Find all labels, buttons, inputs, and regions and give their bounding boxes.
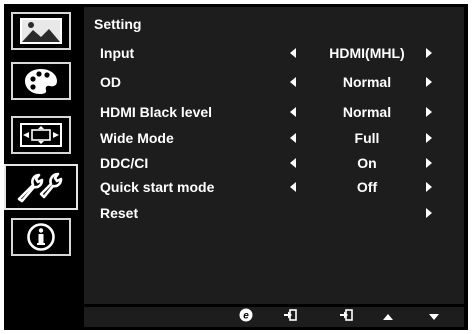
menu-row-label: Input: [100, 45, 135, 61]
menu-row-value: Off: [356, 179, 378, 195]
picture-icon: [19, 17, 63, 45]
right-arrow-icon[interactable]: [426, 208, 432, 218]
e-key-icon: e: [239, 308, 253, 327]
menu-row-ddc-ci[interactable]: DDC/CI On: [4, 152, 468, 174]
right-arrow-icon[interactable]: [426, 182, 432, 192]
menu-row-label: OD: [100, 74, 121, 90]
menu-row-od[interactable]: OD Normal: [4, 71, 468, 93]
right-arrow-icon[interactable]: [426, 77, 432, 87]
menu-row-wide-mode[interactable]: Wide Mode Full: [4, 127, 468, 149]
right-arrow-icon[interactable]: [426, 48, 432, 58]
input-key-icon: [283, 308, 297, 326]
left-arrow-icon[interactable]: [290, 77, 296, 87]
up-key[interactable]: [378, 310, 398, 324]
menu-row-reset[interactable]: Reset: [4, 202, 468, 224]
left-arrow-icon[interactable]: [290, 158, 296, 168]
down-arrow-key-icon: [428, 308, 440, 326]
menu-row-quick-start-mode[interactable]: Quick start mode Off: [4, 176, 468, 198]
menu-row-label: HDMI Black level: [100, 104, 213, 120]
information-icon: [26, 222, 56, 252]
left-arrow-icon[interactable]: [290, 182, 296, 192]
osd-menu: Setting Input HDMI(MHL) OD Normal HDMI B…: [4, 4, 468, 330]
page-title: Setting: [94, 16, 142, 32]
menu-row-label: Wide Mode: [100, 130, 174, 146]
menu-row-label: Reset: [100, 205, 139, 221]
menu-row-value: Normal: [342, 104, 392, 120]
right-arrow-icon[interactable]: [426, 133, 432, 143]
left-arrow-icon[interactable]: [290, 107, 296, 117]
svg-text:e: e: [243, 310, 249, 321]
enter-key-icon: [339, 308, 353, 326]
left-arrow-icon[interactable]: [290, 48, 296, 58]
input-key[interactable]: [280, 308, 300, 326]
menu-row-label: Quick start mode: [100, 179, 215, 195]
menu-row-value: Normal: [342, 74, 392, 90]
left-arrow-icon[interactable]: [290, 133, 296, 143]
down-key[interactable]: [424, 310, 444, 324]
menu-row-input[interactable]: Input HDMI(MHL): [4, 42, 468, 64]
menu-row-value: Full: [354, 130, 380, 146]
menu-row-value: HDMI(MHL): [329, 45, 405, 61]
enter-key[interactable]: [336, 308, 356, 326]
up-arrow-key-icon: [382, 308, 394, 326]
right-arrow-icon[interactable]: [426, 158, 432, 168]
menu-row-hdmi-black-level[interactable]: HDMI Black level Normal: [4, 101, 468, 123]
menu-row-label: DDC/CI: [100, 155, 149, 171]
right-arrow-icon[interactable]: [426, 107, 432, 117]
key-hint-bar: [84, 307, 464, 327]
menu-row-value: On: [357, 155, 377, 171]
e-key[interactable]: e: [236, 308, 256, 327]
